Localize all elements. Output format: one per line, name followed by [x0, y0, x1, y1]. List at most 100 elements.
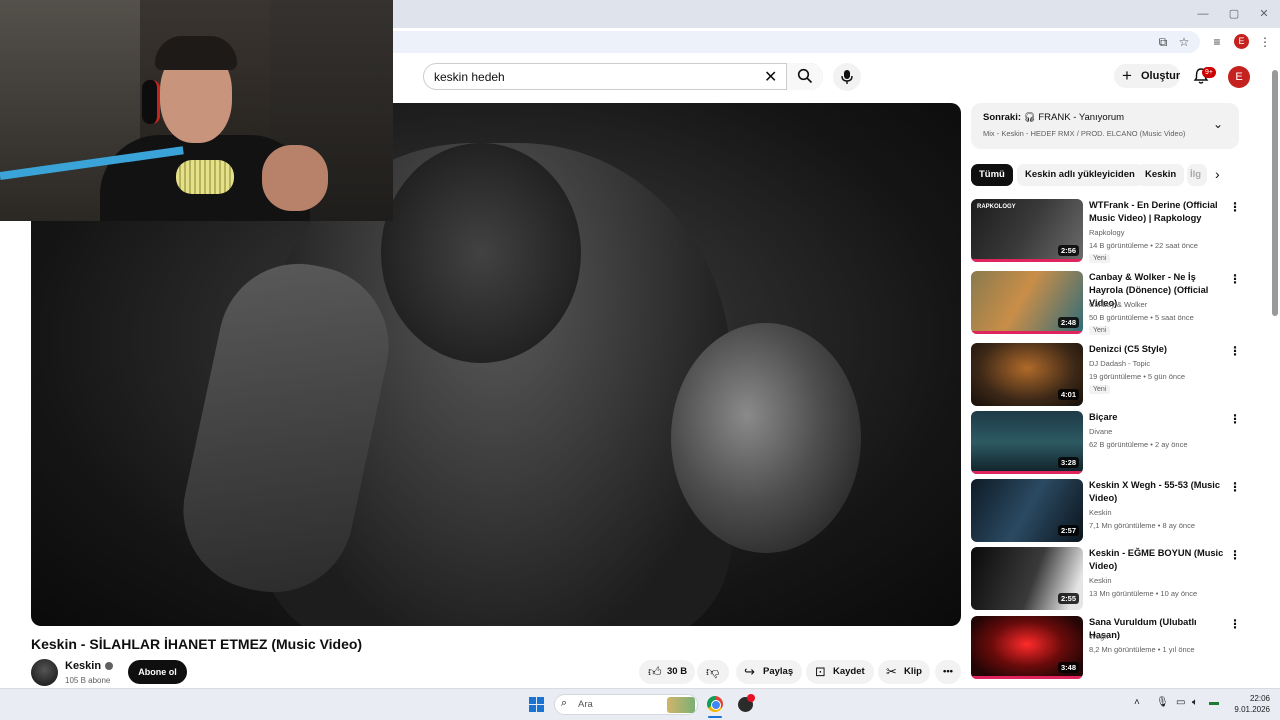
- channel-name[interactable]: DJ Dadash - Topic: [1089, 359, 1150, 368]
- more-vert-icon[interactable]: ⋮: [1229, 413, 1241, 425]
- recording-app-icon[interactable]: [738, 694, 755, 712]
- taskbar-clock[interactable]: 22:06 9.01.2026: [1226, 693, 1270, 715]
- subscriber-count: 105 B abone: [65, 676, 111, 685]
- more-vert-icon[interactable]: ⋮: [1229, 345, 1241, 357]
- tray-battery-icon[interactable]: ▬: [1209, 697, 1219, 708]
- chip-all[interactable]: Tümü: [971, 164, 1013, 186]
- duration-badge: 2:56: [1057, 245, 1079, 256]
- video-title[interactable]: WTFrank - En Derine (Official Music Vide…: [1089, 199, 1227, 225]
- video-title[interactable]: Biçare: [1089, 411, 1227, 424]
- close-window-icon[interactable]: ✕: [1256, 6, 1272, 22]
- taskbar-search[interactable]: ⌕ Ara: [554, 694, 698, 715]
- active-app-indicator: [708, 716, 722, 718]
- restore-icon[interactable]: ▢: [1226, 6, 1242, 22]
- video-thumbnail[interactable]: 4:01: [971, 343, 1083, 406]
- tray-mic-icon[interactable]: 🎙︎: [1156, 697, 1169, 708]
- share-label: Paylaş: [763, 666, 794, 677]
- video-thumbnail[interactable]: 2:57: [971, 479, 1083, 542]
- media-control-icon[interactable]: ≡: [1209, 34, 1225, 50]
- browser-menu-icon[interactable]: ⋮: [1257, 34, 1273, 50]
- list-item[interactable]: 3:28 Biçare Divane 62 B görüntüleme • 2 …: [971, 411, 1241, 475]
- dislike-button[interactable]: 👎︎: [697, 660, 729, 684]
- thumbnail-logo-text: RAPKOLOGY: [977, 204, 1016, 210]
- video-thumbnail[interactable]: 2:55: [971, 547, 1083, 610]
- clip-button[interactable]: ✂ Klip: [878, 660, 930, 684]
- search-input[interactable]: keskin hedeh ✕: [423, 63, 823, 90]
- windows-start-icon[interactable]: [529, 697, 544, 712]
- new-badge: Yeni: [1089, 254, 1111, 263]
- video-thumbnail[interactable]: 3:48: [971, 616, 1083, 679]
- channel-name[interactable]: Canbay & Wolker: [1089, 300, 1147, 309]
- video-thumbnail[interactable]: RAPKOLOGY 2:56: [971, 199, 1083, 262]
- list-item[interactable]: 2:55 Keskin - EĞME BOYUN (Music Video) K…: [971, 547, 1241, 611]
- video-title[interactable]: Denizci (C5 Style): [1089, 343, 1227, 356]
- bookmark-star-icon[interactable]: ☆: [1176, 34, 1192, 50]
- share-button[interactable]: ↪ Paylaş: [736, 660, 802, 684]
- up-next-panel[interactable]: Sonraki: 🎧︎ FRANK - Yanıyorum Mix - Kesk…: [971, 103, 1239, 149]
- tray-display-icon[interactable]: ▭: [1176, 697, 1185, 708]
- more-vert-icon[interactable]: ⋮: [1229, 201, 1241, 213]
- chevron-right-icon[interactable]: ›: [1215, 166, 1220, 182]
- clear-search-icon[interactable]: ✕: [764, 67, 777, 87]
- more-vert-icon[interactable]: ⋮: [1229, 481, 1241, 493]
- video-frame-head: [381, 143, 581, 363]
- view-meta: 7,1 Mn görüntüleme • 8 ay önce: [1089, 521, 1196, 530]
- channel-name[interactable]: Keskin: [65, 660, 101, 672]
- scrollbar-thumb[interactable]: [1272, 70, 1278, 316]
- subscribe-button[interactable]: Abone ol: [128, 660, 187, 684]
- up-next-line: Sonraki: 🎧︎ FRANK - Yanıyorum: [983, 112, 1124, 123]
- like-count: 30 B: [667, 666, 688, 677]
- webcam-overlay: [0, 0, 393, 221]
- browser-profile-avatar[interactable]: E: [1234, 34, 1249, 49]
- more-vert-icon[interactable]: ⋮: [1229, 549, 1241, 561]
- channel-name[interactable]: Keskin: [1089, 508, 1112, 517]
- chip-related[interactable]: İlg: [1187, 164, 1207, 186]
- view-meta: 14 B görüntüleme • 22 saat önce: [1089, 241, 1198, 250]
- video-title[interactable]: Keskin X Wegh - 55-53 (Music Video): [1089, 479, 1227, 505]
- channel-name[interactable]: Rapkology: [1089, 228, 1124, 237]
- taskbar-search-placeholder: Ara: [578, 699, 593, 710]
- chip-from-uploader[interactable]: Keskin adlı yükleyiciden: [1017, 164, 1143, 186]
- thumbs-up-icon: 👍︎: [648, 664, 662, 679]
- tray-overflow-icon[interactable]: ˄: [1134, 697, 1140, 708]
- minimize-icon[interactable]: —: [1195, 6, 1211, 22]
- video-thumbnail[interactable]: 2:48: [971, 271, 1083, 334]
- install-app-icon[interactable]: ⧉: [1155, 34, 1171, 50]
- video-thumbnail[interactable]: 3:28: [971, 411, 1083, 474]
- duration-badge: 2:55: [1057, 593, 1079, 604]
- channel-avatar[interactable]: [31, 659, 58, 686]
- duration-badge: 3:48: [1057, 662, 1079, 673]
- more-vert-icon[interactable]: ⋮: [1229, 273, 1241, 285]
- chrome-icon[interactable]: [707, 696, 723, 712]
- video-title[interactable]: Keskin - EĞME BOYUN (Music Video): [1089, 547, 1227, 573]
- new-badge: Yeni: [1089, 385, 1111, 394]
- voice-search-button[interactable]: [833, 63, 861, 91]
- list-item[interactable]: 2:48 Canbay & Wolker - Ne İş Hayrola (Dö…: [971, 271, 1241, 335]
- chevron-down-icon[interactable]: ⌄: [1213, 117, 1223, 131]
- create-button[interactable]: + Oluştur: [1114, 64, 1180, 88]
- list-item[interactable]: 3:48 Sana Vuruldum (Ulubatlı Hasan) Wegh…: [971, 616, 1241, 680]
- channel-name-row[interactable]: Keskin: [65, 660, 114, 672]
- more-vert-icon[interactable]: ⋮: [1229, 618, 1241, 630]
- channel-name[interactable]: Wegh: [1089, 632, 1108, 641]
- video-title[interactable]: Sana Vuruldum (Ulubatlı Hasan): [1089, 616, 1227, 642]
- account-avatar[interactable]: E: [1228, 66, 1250, 88]
- list-item[interactable]: 2:57 Keskin X Wegh - 55-53 (Music Video)…: [971, 479, 1241, 543]
- headphones-icon: 🎧︎: [1023, 112, 1036, 123]
- verified-badge-icon: [105, 662, 114, 671]
- plus-icon: +: [1122, 66, 1132, 85]
- tray-volume-icon[interactable]: 🔈︎: [1192, 697, 1198, 708]
- duration-badge: 3:28: [1057, 457, 1079, 468]
- save-button[interactable]: ⊡ Kaydet: [806, 660, 874, 684]
- list-item[interactable]: 4:01 Denizci (C5 Style) DJ Dadash - Topi…: [971, 343, 1241, 407]
- more-actions-button[interactable]: •••: [935, 660, 961, 684]
- more-dots-icon: •••: [943, 666, 953, 677]
- chip-keskin[interactable]: Keskin: [1137, 164, 1185, 186]
- search-button[interactable]: [786, 63, 823, 90]
- channel-name[interactable]: Keskin: [1089, 576, 1112, 585]
- list-item[interactable]: RAPKOLOGY 2:56 WTFrank - En Derine (Offi…: [971, 199, 1241, 263]
- view-meta: 50 B görüntüleme • 5 saat önce: [1089, 313, 1194, 322]
- microphone-windscreen: [176, 160, 234, 194]
- channel-name[interactable]: Divane: [1089, 427, 1112, 436]
- like-button[interactable]: 👍︎ 30 B: [639, 660, 695, 684]
